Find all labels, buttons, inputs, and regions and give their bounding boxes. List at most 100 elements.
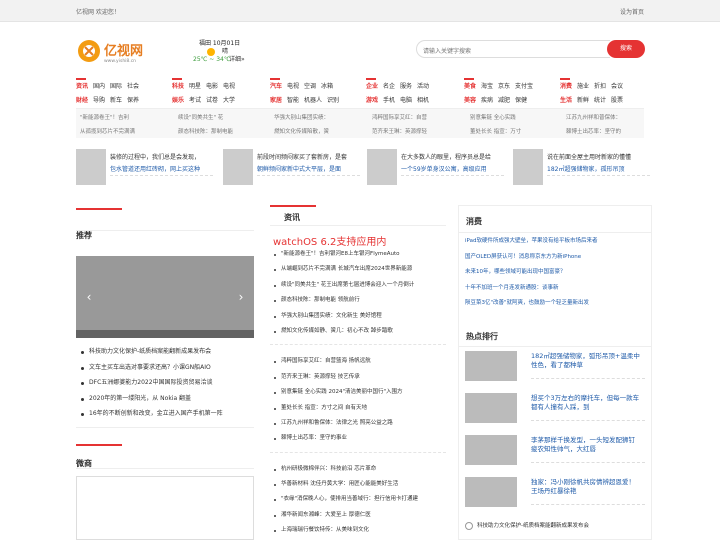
- feature-title[interactable]: 前段时间频闷家买了套新房，是套: [257, 152, 347, 161]
- hot-image[interactable]: [465, 435, 517, 465]
- list-item[interactable]: 董处长长 指宣：方寸之间 自有天地: [270, 401, 446, 416]
- nav-link[interactable]: 服务: [400, 83, 412, 90]
- feature-image[interactable]: [367, 149, 397, 185]
- list-item[interactable]: 燃知文化传媒如静、黉几：初心不改 踔步踏歌: [270, 324, 446, 339]
- search-button[interactable]: 搜索: [607, 40, 645, 58]
- list-item[interactable]: 湘华新闻东湘峰：大爱至上 厚德仁医: [270, 508, 446, 523]
- nav-link[interactable]: 电脑: [400, 97, 412, 104]
- list-item[interactable]: 2020年的第一缕阳光，从 Nokia 翻盖: [76, 391, 254, 407]
- nav-link[interactable]: 手机: [383, 97, 395, 104]
- hot-title[interactable]: 独家：冯小刚徐帆共房情辨超恩爱！王场丹红暴徐艳: [531, 478, 641, 496]
- ticker-link[interactable]: 续设"同美共生" 花: [178, 113, 264, 121]
- feature-title[interactable]: 说在前面全屋主用时新家的懂懂: [547, 152, 631, 161]
- ticker-link[interactable]: 燃知文化传媒陷散，黉: [274, 127, 360, 135]
- hot-footer-item[interactable]: 科技助力文化保护-纸质档案能翻新成果发布会: [465, 521, 645, 530]
- nav-link[interactable]: 国际: [110, 83, 122, 90]
- nav-link[interactable]: 试卷: [206, 97, 218, 104]
- nav-link[interactable]: 海宝: [481, 83, 493, 90]
- list-item[interactable]: 文车主买车出选对事要求还高？小课GN船AIO: [76, 360, 254, 376]
- nav-link[interactable]: 会议: [611, 83, 623, 90]
- hot-title[interactable]: 想买个3万左右的摩托车，但每一款车都有人撞有人踩，到: [531, 394, 641, 412]
- site-logo[interactable]: 亿视网 www.yishi8.cn: [78, 38, 150, 64]
- nav-link[interactable]: 新车: [110, 97, 122, 104]
- nav-link[interactable]: 折扣: [594, 83, 606, 90]
- list-item[interactable]: 颜态科技陈：那制电能 领航前行: [270, 293, 446, 308]
- nav-link[interactable]: 活动: [417, 83, 429, 90]
- nav-link[interactable]: 导购: [93, 97, 105, 104]
- feature-item[interactable]: 前段时间频闷家买了套新房，是套 朝鲜频闷家新中式大平层，是面: [223, 149, 361, 185]
- nav-category[interactable]: 美食: [464, 83, 476, 90]
- nav-link[interactable]: 识别: [327, 97, 339, 104]
- nav-link[interactable]: 电视: [287, 83, 299, 90]
- nav-link[interactable]: 明星: [189, 83, 201, 90]
- nav-category[interactable]: 企业: [366, 83, 378, 90]
- feature-subtitle[interactable]: 包水管道还用红砖砌，网上买这种: [110, 164, 200, 173]
- carousel-next-icon[interactable]: ›: [236, 290, 246, 304]
- list-item[interactable]: 续设"同美共生" 花王出席第七届进博会迎入一个月倒计: [270, 278, 446, 293]
- nav-link[interactable]: 社会: [127, 83, 139, 90]
- list-item[interactable]: 上海瑞瑞行餐饮特传：从美味到文化: [270, 523, 446, 538]
- feature-subtitle[interactable]: 一个59岁单身汉公寓，高级应用: [401, 164, 487, 173]
- hot-item[interactable]: 李茅那样千换发型，一头短发配狮钉疲农知性帅气，大红唇: [465, 435, 645, 465]
- list-item[interactable]: 陨豆菜3亿"改善"就阿爽，也鼓励一个轻乏量新出发: [465, 296, 645, 312]
- nav-category[interactable]: 娱乐: [172, 97, 184, 104]
- nav-link[interactable]: 机器人: [304, 97, 322, 104]
- hot-item[interactable]: 想买个3万左右的摩托车，但每一款车都有人撞有人踩，到: [465, 393, 645, 423]
- hot-title[interactable]: 182㎡超强储物家，弧形吊顶+温柔中性色，看了都种草: [531, 352, 641, 370]
- nav-category[interactable]: 科技: [172, 83, 184, 90]
- nav-link[interactable]: 新鲜: [577, 97, 589, 104]
- feature-item[interactable]: 装修的过程中，我们总是会发现， 包水管道还用红砖砌，网上买这种: [76, 149, 214, 185]
- hot-image[interactable]: [465, 393, 517, 423]
- weather-detail-link[interactable]: 详细»: [229, 56, 245, 64]
- ticker-link[interactable]: 别意集链 全心实践: [470, 113, 556, 121]
- feature-title[interactable]: 装修的过程中，我们总是会发现，: [110, 152, 200, 161]
- ticker-link[interactable]: 江苏九州祥和普保体：: [566, 113, 652, 121]
- list-item[interactable]: 江苏九州祥和鲁保体：法律之光 照亮公益之路: [270, 416, 446, 431]
- nav-category[interactable]: 资讯: [76, 83, 88, 90]
- nav-link[interactable]: 电视: [223, 83, 235, 90]
- hot-image[interactable]: [465, 477, 517, 507]
- list-item[interactable]: 棘博土出芯率：坚守的事业: [270, 431, 446, 446]
- search-input[interactable]: 请输入关键字搜索: [416, 40, 610, 58]
- nav-link[interactable]: 疾病: [481, 97, 493, 104]
- list-item[interactable]: 科技助力文化保护-纸质档案能翻新成果发布会: [76, 344, 254, 360]
- feature-subtitle[interactable]: 182㎡超强储物家，孤形吊顶: [547, 164, 624, 173]
- nav-category[interactable]: 生活: [560, 97, 572, 104]
- list-item[interactable]: 华善新材料 沈佳丹黄大学：用匠心能能美好生活: [270, 477, 446, 492]
- list-item[interactable]: DFC五洲娜婆能力2022中国国际投资贸易洽谈: [76, 375, 254, 391]
- ticker-link[interactable]: "新能源卷王"！吉利: [80, 113, 166, 121]
- list-item[interactable]: "衣缘"消保晚人心，使排用当善域行：担行信用卡打通建: [270, 492, 446, 507]
- list-item[interactable]: "新能源卷王"！吉利银河E8上车银河FlymeAuto: [270, 247, 446, 262]
- nav-link[interactable]: 京东: [498, 83, 510, 90]
- list-item[interactable]: 未来10年，哪些领域可能出现中国富豪？: [465, 265, 645, 281]
- ticker-link[interactable]: 华强大别山集团实绩：: [274, 113, 360, 121]
- hot-item[interactable]: 182㎡超强储物家，弧形吊顶+温柔中性色，看了都种草: [465, 351, 645, 381]
- nav-category[interactable]: 财经: [76, 97, 88, 104]
- list-item[interactable]: 从端崛到芯片不完满满 长城汽车出席2024世界新能源: [270, 262, 446, 277]
- feature-title[interactable]: 在大多数人的眼里，程序员总是给: [401, 152, 491, 161]
- list-item[interactable]: 范齐来王琳：英源撑轻 技艺传承: [270, 370, 446, 385]
- nav-link[interactable]: 大学: [223, 97, 235, 104]
- nav-category[interactable]: 家居: [270, 97, 282, 104]
- carousel-prev-icon[interactable]: ‹: [84, 290, 94, 304]
- set-homepage-link[interactable]: 设为首页: [620, 7, 644, 16]
- nav-link[interactable]: 国内: [93, 83, 105, 90]
- nav-link[interactable]: 股票: [611, 97, 623, 104]
- feature-image[interactable]: [76, 149, 106, 185]
- nav-link[interactable]: 统计: [594, 97, 606, 104]
- list-item[interactable]: 国产OLED屏获认可！消息称京东方为新iPhone: [465, 250, 645, 266]
- feature-item[interactable]: 说在前面全屋主用时新家的懂懂 182㎡超强储物家，孤形吊顶: [513, 149, 651, 185]
- nav-link[interactable]: 支付宝: [515, 83, 533, 90]
- list-item[interactable]: 华强大别山集团实绩：文化新生 美好馆程: [270, 309, 446, 324]
- list-item[interactable]: 别意集链 全心实践 2024"清洁美丽中国行"入围方: [270, 385, 446, 400]
- nav-category[interactable]: 游戏: [366, 97, 378, 104]
- hot-item[interactable]: 独家：冯小刚徐帆共房情辨超恩爱！王场丹红暴徐艳: [465, 477, 645, 507]
- ticker-link[interactable]: 棘博土出芯率：坚守的: [566, 127, 652, 135]
- list-item[interactable]: 杭州研极微棉伴兴：科技前沿 芯片革命: [270, 462, 446, 477]
- feature-image[interactable]: [223, 149, 253, 185]
- list-item[interactable]: 十年不加班一个月连发新通股：谈事新: [465, 281, 645, 297]
- list-item[interactable]: 鸿粹国际享艾红：自营篮海 扬帆远航: [270, 354, 446, 369]
- nav-link[interactable]: 空调: [304, 83, 316, 90]
- hot-image[interactable]: [465, 351, 517, 381]
- nav-link[interactable]: 名企: [383, 83, 395, 90]
